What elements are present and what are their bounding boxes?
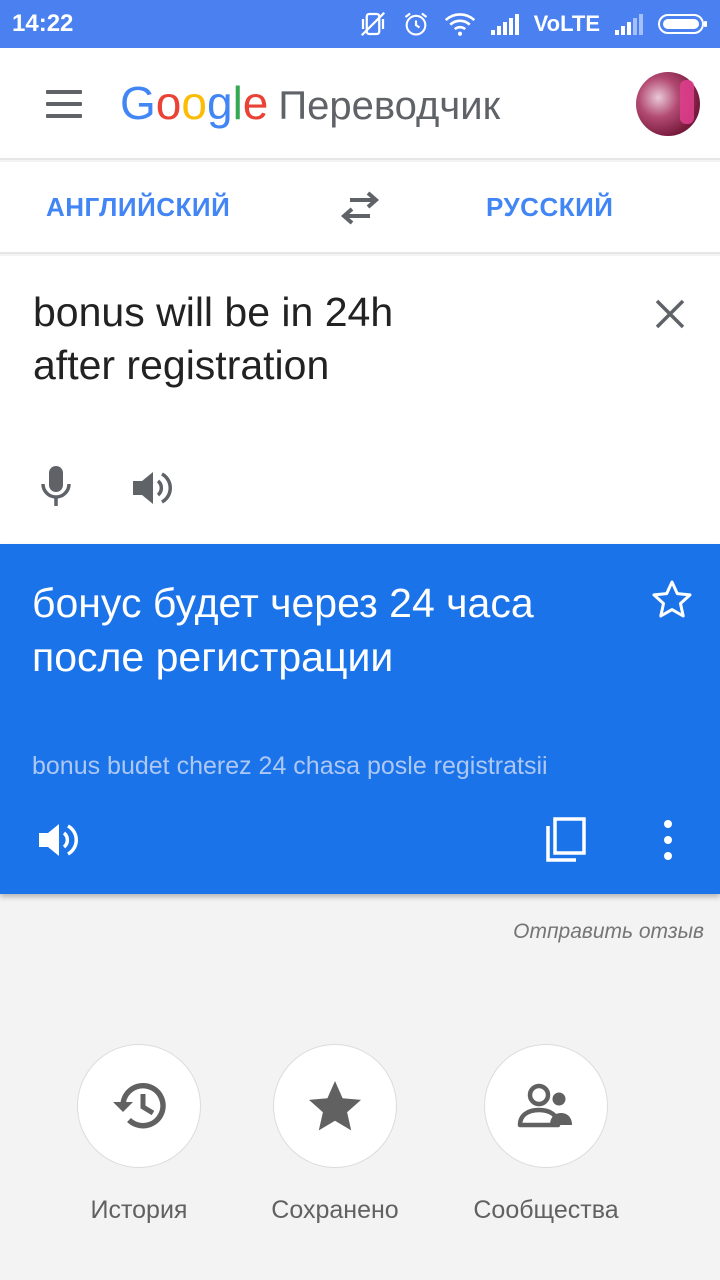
logo-letter: G xyxy=(120,77,156,129)
community-icon xyxy=(517,1083,572,1128)
more-vert-icon xyxy=(664,820,672,860)
speaker-icon xyxy=(39,824,78,856)
swap-languages-button[interactable] xyxy=(340,190,380,226)
signal-icon xyxy=(490,14,519,35)
account-avatar[interactable] xyxy=(636,72,700,136)
copy-translation-button[interactable] xyxy=(544,816,588,864)
source-language-button[interactable]: АНГЛИЙСКИЙ xyxy=(46,192,230,223)
menu-icon xyxy=(46,90,82,94)
status-icons: VoLTE xyxy=(358,8,708,40)
swap-icon xyxy=(340,191,380,225)
mute-vibrate-icon xyxy=(360,11,385,37)
source-text-line: bonus will be in 24h xyxy=(33,289,394,335)
saved-shortcut[interactable]: Сохранено xyxy=(235,1044,435,1225)
translated-text-line: после регистрации xyxy=(32,634,394,680)
community-label: Сообщества xyxy=(473,1196,619,1224)
app-bar: Google Переводчик xyxy=(0,48,720,160)
more-options-button[interactable] xyxy=(656,818,680,862)
target-language-button[interactable]: РУССКИЙ xyxy=(486,192,613,223)
microphone-button[interactable] xyxy=(36,464,76,508)
star-outline-icon xyxy=(652,580,692,618)
logo-letter: o xyxy=(181,77,207,129)
source-text[interactable]: bonus will be in 24h after registration xyxy=(33,286,593,392)
history-shortcut[interactable]: История xyxy=(39,1044,239,1225)
source-text-line: after registration xyxy=(33,342,330,388)
google-wordmark: Google xyxy=(120,76,268,130)
menu-icon-bar xyxy=(46,114,82,118)
copy-icon xyxy=(546,817,586,862)
logo-letter: o xyxy=(155,77,182,129)
history-button-circle[interactable] xyxy=(77,1044,201,1168)
translation-result-card: бонус будет через 24 часа после регистра… xyxy=(0,544,720,894)
logo-letter: e xyxy=(242,77,269,129)
clear-input-button[interactable] xyxy=(652,296,688,332)
speak-source-button[interactable] xyxy=(130,468,174,508)
close-icon xyxy=(655,299,685,329)
send-feedback-link[interactable]: Отправить отзыв xyxy=(513,920,704,944)
history-icon xyxy=(113,1083,166,1129)
status-time: 14:22 xyxy=(12,10,74,37)
volte-label: VoLTE xyxy=(533,11,600,36)
saved-label: Сохранено xyxy=(271,1196,399,1224)
translated-text-line: бонус будет через 24 часа xyxy=(32,580,534,626)
source-input-area[interactable]: bonus will be in 24h after registration xyxy=(0,256,720,544)
speak-translation-button[interactable] xyxy=(36,820,80,860)
product-name: Переводчик xyxy=(278,84,501,128)
community-button-circle[interactable] xyxy=(484,1044,608,1168)
alarm-icon xyxy=(404,12,427,36)
menu-button[interactable] xyxy=(40,84,88,124)
save-translation-button[interactable] xyxy=(648,576,696,624)
star-icon xyxy=(309,1081,361,1131)
microphone-icon xyxy=(41,466,71,506)
logo-letter: g xyxy=(206,77,233,129)
community-shortcut[interactable]: Сообщества xyxy=(446,1044,646,1225)
signal-icon xyxy=(615,14,643,35)
speaker-icon xyxy=(133,472,172,504)
history-label: История xyxy=(90,1196,188,1224)
menu-icon-bar xyxy=(46,102,82,106)
language-bar: АНГЛИЙСКИЙ РУССКИЙ xyxy=(0,162,720,254)
transliteration: bonus budet cherez 24 chasa posle regist… xyxy=(32,752,548,780)
status-bar: 14:22 VoLTE xyxy=(0,0,720,48)
saved-button-circle[interactable] xyxy=(273,1044,397,1168)
battery-icon xyxy=(658,14,707,34)
app-logo: Google Переводчик xyxy=(120,76,500,130)
logo-letter: l xyxy=(232,77,243,129)
translated-text: бонус будет через 24 часа после регистра… xyxy=(32,576,632,684)
wifi-icon xyxy=(444,13,475,36)
